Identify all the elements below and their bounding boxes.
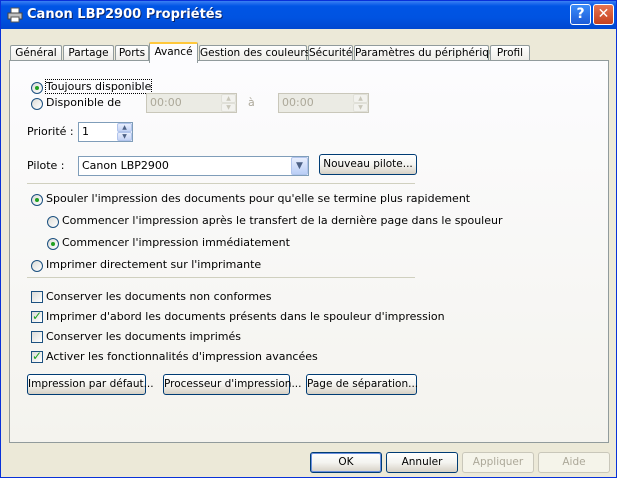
divider xyxy=(27,277,415,278)
spin-up-arrow-icon[interactable]: ▲ xyxy=(353,94,368,103)
advanced-features-label[interactable]: Activer les fonctionnalités d'impression… xyxy=(46,350,318,363)
help-title-button[interactable]: ? xyxy=(570,4,591,25)
to-label: à xyxy=(248,96,255,109)
ok-button[interactable]: OK xyxy=(310,452,382,473)
driver-label: Pilote : xyxy=(27,159,65,172)
tab-profile[interactable]: Profil xyxy=(490,45,530,61)
tab-ports[interactable]: Ports xyxy=(115,45,149,61)
always-available-label[interactable]: Toujours disponible xyxy=(44,79,153,94)
tab-advanced[interactable]: Avancé xyxy=(149,42,198,63)
start-immediately-label[interactable]: Commencer l'impression immédiatement xyxy=(62,236,290,249)
spool-radio[interactable] xyxy=(31,194,43,206)
start-after-last-page-label[interactable]: Commencer l'impression après le transfer… xyxy=(62,214,503,227)
priority-spinner[interactable]: ▲ ▼ xyxy=(117,123,132,141)
title-bar[interactable]: Canon LBP2900 Propriétés ? ✕ xyxy=(1,1,616,29)
spin-up-arrow-icon[interactable]: ▲ xyxy=(221,94,236,103)
hold-mismatched-label[interactable]: Conserver les documents non conformes xyxy=(46,290,272,303)
keep-printed-label[interactable]: Conserver les documents imprimés xyxy=(46,330,241,343)
print-direct-label[interactable]: Imprimer directement sur l'imprimante xyxy=(46,258,261,271)
tab-security[interactable]: Sécurité xyxy=(308,45,353,61)
to-time-spinner[interactable]: ▲ ▼ xyxy=(353,94,368,112)
print-processor-button[interactable]: Processeur d'impression... xyxy=(163,374,301,395)
printing-defaults-button[interactable]: Impression par défaut... xyxy=(27,374,154,395)
spin-down-arrow-icon[interactable]: ▼ xyxy=(221,103,236,112)
priority-label: Priorité : xyxy=(27,125,74,138)
spin-down-arrow-icon[interactable]: ▼ xyxy=(117,132,132,141)
tab-sharing[interactable]: Partage xyxy=(63,45,114,61)
driver-select[interactable]: Canon LBP2900 xyxy=(78,156,309,176)
from-time-spinner[interactable]: ▲ ▼ xyxy=(221,94,236,112)
divider xyxy=(27,183,415,184)
available-from-label[interactable]: Disponible de xyxy=(46,96,121,109)
separator-page-button[interactable]: Page de séparation... xyxy=(306,374,418,395)
keep-printed-checkbox[interactable] xyxy=(31,331,43,343)
window-title: Canon LBP2900 Propriétés xyxy=(27,7,223,22)
available-from-radio[interactable] xyxy=(31,98,43,110)
apply-button[interactable]: Appliquer xyxy=(462,452,534,473)
advanced-features-checkbox[interactable] xyxy=(31,349,43,363)
print-direct-radio[interactable] xyxy=(31,260,43,272)
help-button[interactable]: Aide xyxy=(538,452,610,473)
hold-mismatched-checkbox[interactable] xyxy=(31,291,43,303)
start-immediately-radio[interactable] xyxy=(47,238,59,250)
tab-strip: Général Partage Ports Avancé Gestion des… xyxy=(1,37,616,63)
cancel-button[interactable]: Annuler xyxy=(386,452,458,473)
chevron-down-icon[interactable]: ▼ xyxy=(291,157,308,175)
spool-label[interactable]: Spouler l'impression des documents pour … xyxy=(46,192,470,205)
advanced-tab-panel: Toujours disponible Disponible de 00:00 … xyxy=(9,60,609,443)
new-driver-button[interactable]: Nouveau pilote... xyxy=(319,154,417,175)
printer-icon xyxy=(7,7,23,23)
close-button[interactable]: ✕ xyxy=(593,4,614,25)
print-spooled-first-label[interactable]: Imprimer d'abord les documents présents … xyxy=(46,310,445,323)
print-spooled-first-checkbox[interactable] xyxy=(31,309,43,323)
spin-up-arrow-icon[interactable]: ▲ xyxy=(117,123,132,132)
always-available-radio[interactable] xyxy=(31,82,43,94)
start-after-last-page-radio[interactable] xyxy=(47,216,59,228)
spin-down-arrow-icon[interactable]: ▼ xyxy=(353,103,368,112)
tab-device-settings[interactable]: Paramètres du périphérique xyxy=(354,45,502,61)
tab-general[interactable]: Général xyxy=(10,45,62,61)
tab-color-management[interactable]: Gestion des couleurs xyxy=(199,45,310,61)
printer-properties-window: Canon LBP2900 Propriétés ? ✕ Général Par… xyxy=(0,0,617,478)
